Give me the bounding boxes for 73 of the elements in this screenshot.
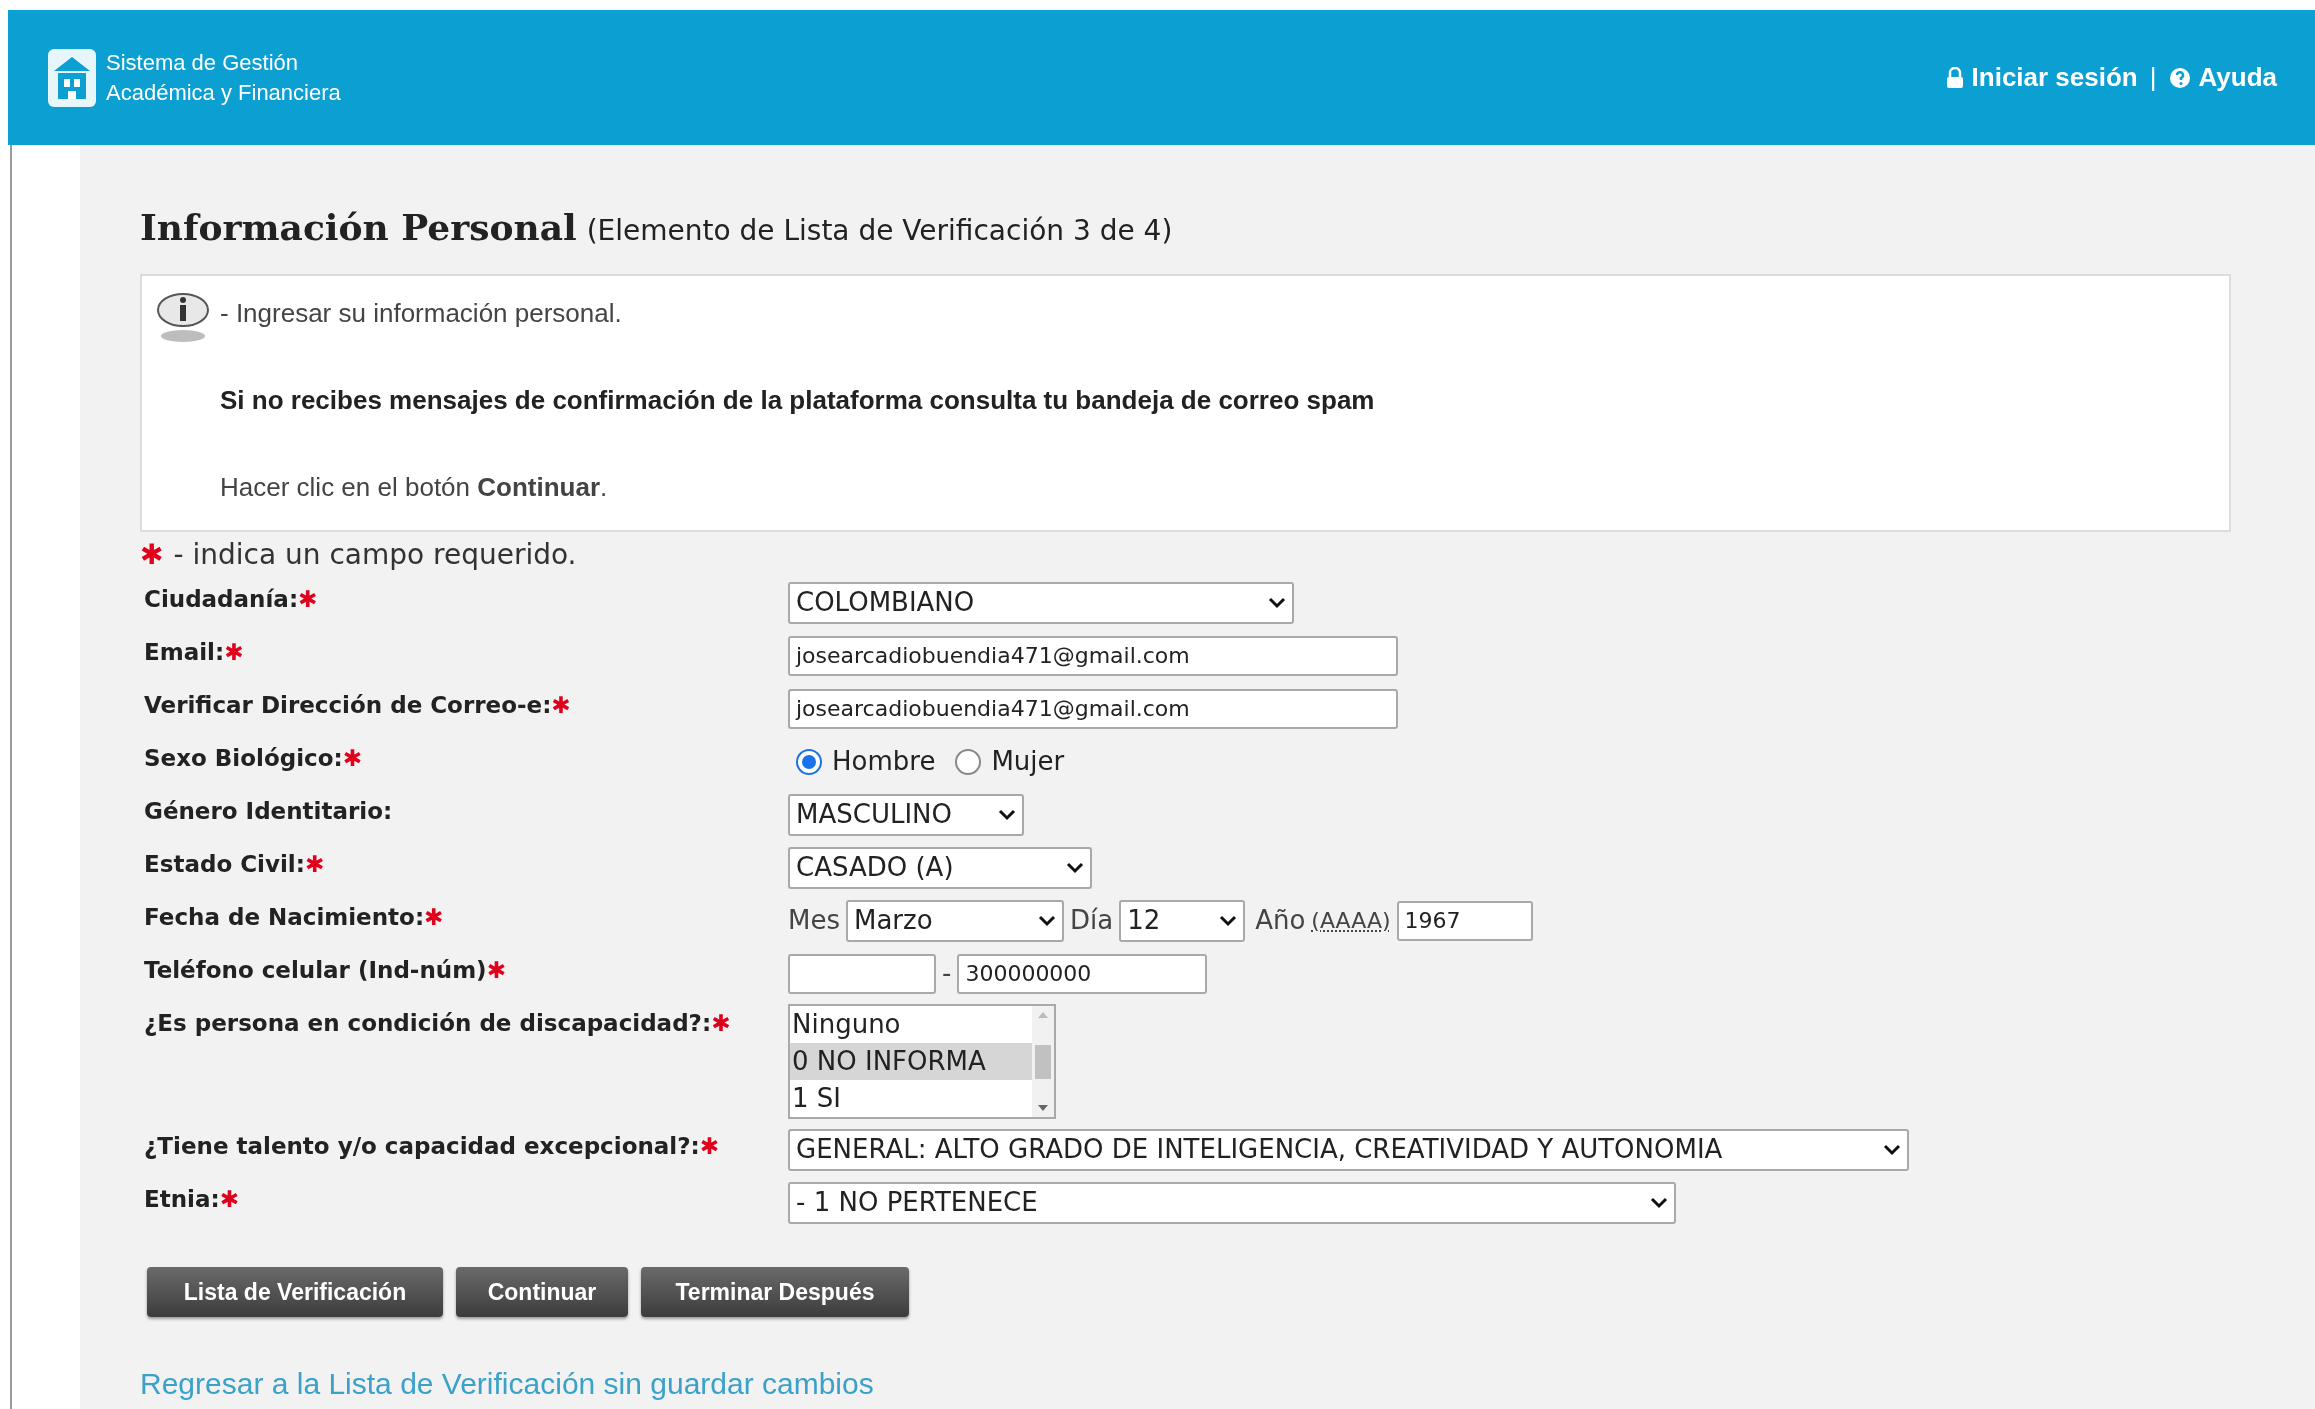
required-asterisk: ✱ <box>304 850 325 879</box>
dropdown[interactable]: - 1 NO PERTENECE <box>788 1181 1676 1224</box>
field-label: ¿Tiene talento y/o capacidad excepcional?: <box>144 1132 700 1161</box>
dropdown[interactable]: GENERAL: ALTO GRADO DE INTELIGENCIA, CREATIVIDAD Y AUTONOMIA <box>788 1128 1909 1171</box>
info-text: - Ingresar su información personal. <box>220 297 623 330</box>
required-asterisk: ✱ <box>551 691 571 720</box>
required-asterisk: ✱ <box>424 903 444 932</box>
radio-label: Mujer <box>991 745 1065 778</box>
input-field[interactable]: 300000000 <box>957 953 1208 994</box>
field-label: Género Identitario: <box>144 797 393 826</box>
caret-icon <box>1268 596 1286 609</box>
format-hint: (AAAA) <box>1311 907 1391 935</box>
list-option[interactable]: 0 NO INFORMA <box>790 1043 1032 1080</box>
required-asterisk: ✱ <box>298 585 318 614</box>
school-building-icon <box>46 46 98 109</box>
scroll-down-icon[interactable] <box>1038 1105 1048 1111</box>
field-label: Teléfono celular (Ind-núm) <box>144 956 487 985</box>
caret-icon <box>1219 914 1238 927</box>
caret-icon <box>1650 1196 1668 1209</box>
field-label: Fecha de Nacimiento: <box>144 903 425 932</box>
info-text: Hacer clic en el botón Continuar. <box>220 471 609 504</box>
logo-text: Académica y Financiera <box>106 78 341 107</box>
required-asterisk: ✱ <box>219 1185 239 1214</box>
page-subtitle: (Elemento de Lista de Verificación 3 de 4) <box>586 213 1173 249</box>
radio-button[interactable] <box>955 748 982 775</box>
required-asterisk: ✱ <box>699 1132 720 1161</box>
required-asterisk: ✱ <box>224 638 244 667</box>
page-title: Información Personal <box>140 205 577 250</box>
help-icon <box>2168 66 2191 89</box>
required-asterisk: ✱ <box>486 956 506 985</box>
caret-icon <box>998 808 1016 821</box>
dropdown[interactable]: 12 <box>1119 899 1246 942</box>
field-label: Día <box>1070 904 1114 937</box>
list-box[interactable]: Ninguno 0 NO INFORMA 1 SI <box>788 1004 1056 1119</box>
input-field[interactable]: josearcadiobuendia471@gmail.com <box>788 688 1398 729</box>
field-label: Ciudadanía: <box>144 585 299 614</box>
dropdown[interactable]: MASCULINO <box>788 793 1024 836</box>
required-asterisk: ✱ <box>342 744 362 773</box>
required-asterisk: ✱ <box>140 537 164 573</box>
scroll-thumb[interactable] <box>1035 1044 1051 1079</box>
dash-separator: - <box>942 957 952 990</box>
dropdown[interactable]: Marzo <box>846 899 1064 942</box>
list-option[interactable]: Ninguno <box>790 1006 1032 1043</box>
form-button[interactable]: Continuar <box>456 1267 628 1317</box>
field-label: Sexo Biológico: <box>144 744 343 773</box>
caret-icon <box>1066 861 1084 874</box>
link-separator: | <box>2149 61 2157 94</box>
input-field[interactable] <box>788 953 936 994</box>
input-field[interactable]: josearcadiobuendia471@gmail.com <box>788 635 1398 676</box>
field-label: Email: <box>144 638 225 667</box>
radio-button[interactable] <box>796 748 822 775</box>
info-text: Si no recibes mensajes de confirmación de la plataforma consulta tu bandeja de correo spam <box>220 384 1375 417</box>
field-label: Etnia: <box>144 1185 220 1214</box>
field-label: Verificar Dirección de Correo-e: <box>144 691 552 720</box>
list-option[interactable]: 1 SI <box>790 1080 1032 1117</box>
form-button[interactable]: Terminar Después <box>641 1267 909 1317</box>
scrollbar[interactable] <box>1032 1006 1054 1117</box>
required-note: - indica un campo requerido. <box>173 537 577 573</box>
required-asterisk: ✱ <box>711 1009 731 1038</box>
field-label: Mes <box>788 904 840 937</box>
input-field[interactable]: 1967 <box>1396 900 1533 941</box>
radio-label: Hombre <box>832 745 936 778</box>
logo-text: Sistema de Gestión <box>106 48 299 77</box>
lock-icon <box>1945 66 1964 89</box>
field-label: Año <box>1255 904 1306 937</box>
dropdown[interactable]: COLOMBIANO <box>788 581 1294 624</box>
field-label: ¿Es persona en condición de discapacidad?: <box>144 1009 712 1038</box>
scroll-up-icon[interactable] <box>1038 1012 1048 1018</box>
field-label: Estado Civil: <box>144 850 305 879</box>
dropdown[interactable]: CASADO (A) <box>788 846 1092 889</box>
caret-icon <box>1038 914 1056 927</box>
caret-icon <box>1883 1143 1901 1156</box>
form-button[interactable]: Lista de Verificación <box>147 1267 443 1317</box>
